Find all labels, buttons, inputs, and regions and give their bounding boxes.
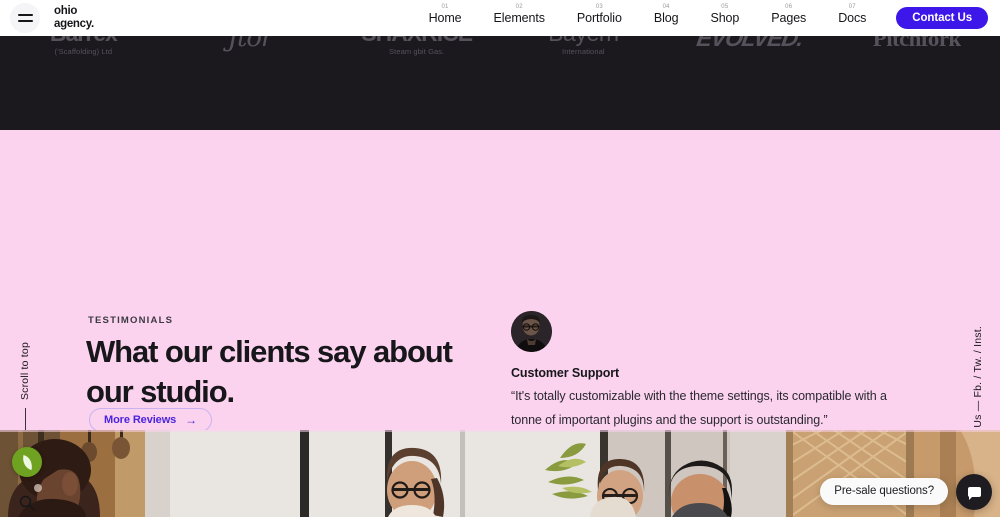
nav-number: 01 bbox=[441, 4, 449, 10]
nav-item-elements[interactable]: 02 Elements bbox=[478, 0, 561, 36]
client-logo-name: EVOLVED. bbox=[695, 36, 805, 51]
nav-label: Home bbox=[428, 11, 462, 25]
arrow-right-icon: → bbox=[185, 413, 198, 427]
nav-item-portfolio[interactable]: 03 Portfolio bbox=[561, 0, 638, 36]
section-eyebrow: TESTIMONIALS bbox=[88, 315, 174, 326]
nav-label: Shop bbox=[710, 11, 740, 25]
contact-us-button[interactable]: Contact Us bbox=[896, 7, 988, 29]
client-logo-name: Bayern bbox=[548, 36, 619, 45]
site-logo[interactable]: ohio agency. bbox=[54, 5, 94, 31]
eco-badge-button[interactable] bbox=[12, 447, 42, 477]
nav-number: 07 bbox=[848, 4, 856, 10]
client-logo-pitchfork: Pitchfork bbox=[833, 36, 1000, 52]
nav-label: Elements bbox=[493, 11, 545, 25]
main-nav: 01 Home 02 Elements 03 Portfolio 04 Blog… bbox=[413, 0, 883, 36]
client-logo-barrex: Barrex ('Scaffolding) Ltd bbox=[0, 36, 167, 56]
nav-label: Portfolio bbox=[576, 11, 622, 25]
more-reviews-button[interactable]: More Reviews → bbox=[89, 408, 213, 432]
client-logo-script: Jtor bbox=[167, 36, 334, 53]
nav-label: Docs bbox=[838, 11, 867, 25]
client-logo-shaxrice: SHAXRICE Steam gbit Gas. bbox=[333, 36, 500, 56]
client-logos-row: Barrex ('Scaffolding) Ltd Jtor SHAXRICE … bbox=[0, 36, 1000, 62]
client-logo-name: Jtor bbox=[227, 36, 274, 53]
nav-item-shop[interactable]: 05 Shop bbox=[694, 0, 755, 36]
nav-item-blog[interactable]: 04 Blog bbox=[638, 0, 695, 36]
hamburger-icon[interactable] bbox=[10, 3, 40, 33]
nav-item-home[interactable]: 01 Home bbox=[413, 0, 478, 36]
client-logo-evolved: EVOLVED. bbox=[667, 36, 834, 52]
scroll-to-top-label: Scroll to top bbox=[19, 342, 31, 401]
nav-number: 03 bbox=[595, 4, 603, 10]
nav-label: Pages bbox=[771, 11, 807, 25]
chat-button[interactable] bbox=[956, 474, 992, 510]
hamburger-line bbox=[17, 20, 33, 22]
leaf-icon bbox=[20, 454, 34, 470]
more-reviews-label: More Reviews bbox=[104, 414, 177, 426]
search-icon[interactable] bbox=[16, 492, 38, 514]
client-logos-band: Barrex ('Scaffolding) Ltd Jtor SHAXRICE … bbox=[0, 36, 1000, 130]
nav-number: 05 bbox=[721, 4, 729, 10]
avatar bbox=[511, 311, 552, 352]
site-header: ohio agency. 01 Home 02 Elements 03 Port… bbox=[0, 0, 1000, 36]
client-logo-bayern: Bayern International bbox=[500, 36, 667, 56]
testimonials-section: Scroll to top Follow Us — Fb. / Tw. / In… bbox=[0, 130, 1000, 511]
hamburger-line bbox=[17, 14, 33, 16]
client-logo-sub: International bbox=[562, 47, 605, 56]
page-root: ohio agency. 01 Home 02 Elements 03 Port… bbox=[0, 0, 1000, 517]
nav-number: 06 bbox=[785, 4, 793, 10]
scroll-to-top-control[interactable]: Scroll to top bbox=[19, 342, 31, 445]
nav-number: 02 bbox=[515, 4, 523, 10]
testimonial-quote: “It's totally customizable with the them… bbox=[511, 389, 887, 428]
nav-label: Blog bbox=[653, 11, 679, 25]
client-logo-name: Barrex bbox=[50, 36, 118, 45]
nav-item-pages[interactable]: 06 Pages bbox=[755, 0, 822, 36]
nav-number: 04 bbox=[662, 4, 670, 10]
page-title: What our clients say about our studio. bbox=[86, 334, 453, 409]
client-logo-name: SHAXRICE bbox=[361, 36, 473, 45]
client-logo-name: Pitchfork bbox=[872, 36, 961, 51]
testimonial-role: Customer Support bbox=[511, 366, 620, 380]
client-logo-sub: ('Scaffolding) Ltd bbox=[54, 47, 113, 56]
nav-item-docs[interactable]: 07 Docs bbox=[822, 0, 882, 36]
chat-icon bbox=[967, 487, 981, 500]
chat-tooltip[interactable]: Pre-sale questions? bbox=[820, 478, 948, 505]
client-logo-sub: Steam gbit Gas. bbox=[389, 47, 445, 56]
